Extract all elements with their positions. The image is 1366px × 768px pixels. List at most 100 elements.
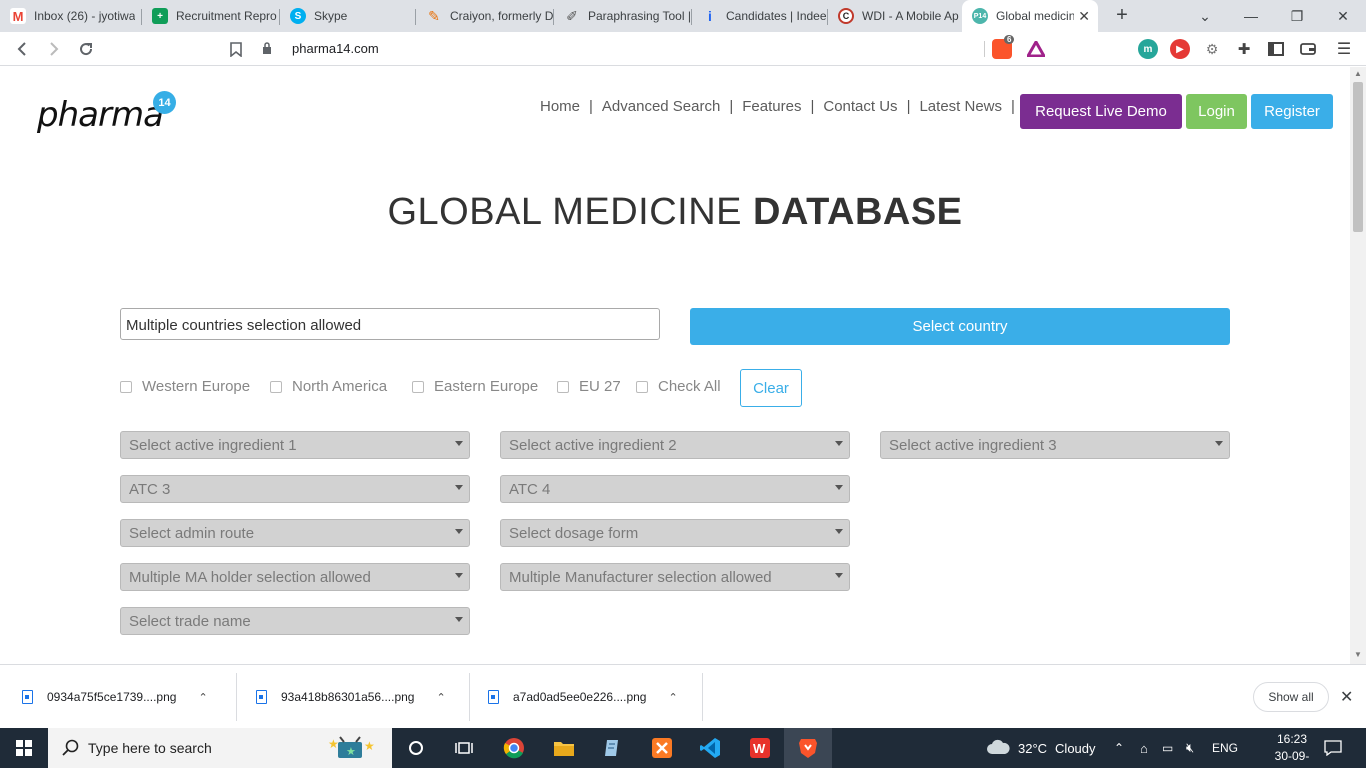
- task-view-icon[interactable]: [450, 734, 478, 762]
- nav-advanced-search[interactable]: Advanced Search: [602, 98, 720, 115]
- checkbox-western-europe[interactable]: Western Europe: [120, 378, 250, 395]
- ingredient-2-select[interactable]: Select active ingredient 2: [500, 431, 850, 459]
- network-icon[interactable]: ⌂: [1140, 728, 1148, 768]
- tab-gmail[interactable]: M Inbox (26) - jyotiwa: [0, 2, 142, 30]
- clear-button[interactable]: Clear: [740, 369, 802, 407]
- xampp-icon[interactable]: [648, 734, 676, 762]
- play-extension-icon[interactable]: ▶: [1170, 39, 1190, 59]
- checkbox-eastern-europe[interactable]: Eastern Europe: [412, 378, 538, 395]
- checkbox-label: Eastern Europe: [434, 378, 539, 395]
- ingredient-3-select[interactable]: Select active ingredient 3: [880, 431, 1230, 459]
- close-icon[interactable]: ✕: [1078, 8, 1090, 25]
- tab-global-medicine[interactable]: P14 Global medicin ✕: [962, 0, 1098, 32]
- tab-search-chevron-icon[interactable]: ⌄: [1182, 0, 1228, 32]
- address-bar[interactable]: pharma14.com: [258, 36, 1054, 62]
- nav-features[interactable]: Features: [742, 98, 801, 115]
- taskbar-search[interactable]: Type here to search ★ ★ ★: [48, 728, 392, 768]
- menu-icon[interactable]: ☰: [1334, 39, 1354, 59]
- manufacturer-select[interactable]: Multiple Manufacturer selection allowed: [500, 563, 850, 591]
- select-placeholder: Select trade name: [129, 613, 251, 630]
- download-item[interactable]: 93a418b86301a56....png ⌃: [256, 665, 446, 729]
- vscode-icon[interactable]: [696, 734, 724, 762]
- language-indicator[interactable]: ENG: [1212, 728, 1238, 768]
- speaker-muted-icon[interactable]: 🔇︎: [1186, 728, 1194, 768]
- nav-separator: |: [1011, 98, 1015, 115]
- new-tab-button[interactable]: +: [1110, 4, 1134, 28]
- tab-wdi[interactable]: C WDI - A Mobile Ap: [828, 2, 962, 30]
- minimize-icon[interactable]: —: [1228, 0, 1274, 32]
- select-placeholder: Multiple Manufacturer selection allowed: [509, 569, 772, 586]
- nav-contact-us[interactable]: Contact Us: [823, 98, 897, 115]
- extensions-puzzle-icon[interactable]: ✚: [1234, 39, 1254, 59]
- download-item[interactable]: a7ad0ad5ee0e226....png ⌃: [488, 665, 678, 729]
- clock-time: 16:23: [1276, 732, 1308, 746]
- wps-office-icon[interactable]: W: [746, 734, 774, 762]
- chevron-up-icon[interactable]: ⌃: [198, 691, 207, 704]
- checkbox-check-all[interactable]: Check All: [636, 378, 721, 395]
- bookmark-icon[interactable]: [224, 37, 248, 61]
- back-icon[interactable]: [10, 37, 34, 61]
- register-button[interactable]: Register: [1251, 94, 1333, 129]
- checkbox-box[interactable]: [120, 380, 132, 393]
- reload-icon[interactable]: [74, 37, 98, 61]
- scroll-down-icon[interactable]: ▼: [1354, 650, 1362, 659]
- nav-latest-news[interactable]: Latest News: [919, 98, 1002, 115]
- tab-recruitment[interactable]: + Recruitment Repro: [142, 2, 280, 30]
- translate-extension-icon[interactable]: ⚙: [1202, 39, 1222, 59]
- tab-craiyon[interactable]: ✎ Craiyon, formerly D: [416, 2, 554, 30]
- weather-widget[interactable]: 32°C Cloudy: [986, 728, 1096, 768]
- checkbox-eu27[interactable]: EU 27: [557, 378, 621, 395]
- caret-down-icon: [835, 441, 843, 446]
- scroll-up-icon[interactable]: ▲: [1354, 69, 1362, 78]
- taskbar-clock[interactable]: 16:23 30-09-2022: [1262, 731, 1322, 768]
- download-item[interactable]: 0934a75f5ce1739....png ⌃: [22, 665, 208, 729]
- atc3-select[interactable]: ATC 3: [120, 475, 470, 503]
- request-demo-button[interactable]: Request Live Demo: [1020, 94, 1182, 129]
- notification-icon[interactable]: [1324, 728, 1342, 768]
- scroll-thumb[interactable]: [1353, 82, 1363, 232]
- ma-holder-select[interactable]: Multiple MA holder selection allowed: [120, 563, 470, 591]
- title-bold: DATABASE: [753, 191, 963, 233]
- country-input[interactable]: Multiple countries selection allowed: [120, 308, 660, 340]
- checkbox-north-america[interactable]: North America: [270, 378, 387, 395]
- ingredient-1-select[interactable]: Select active ingredient 1: [120, 431, 470, 459]
- checkbox-box[interactable]: [636, 380, 648, 393]
- chrome-icon[interactable]: [500, 734, 528, 762]
- file-icon: [22, 690, 33, 704]
- file-explorer-icon[interactable]: [550, 734, 578, 762]
- tab-skype[interactable]: S Skype: [280, 2, 416, 30]
- dosage-form-select[interactable]: Select dosage form: [500, 519, 850, 547]
- svg-text:★: ★: [328, 737, 339, 751]
- chevron-up-icon[interactable]: ⌃: [436, 691, 445, 704]
- battery-icon[interactable]: ▭: [1162, 728, 1173, 768]
- trade-name-select[interactable]: Select trade name: [120, 607, 470, 635]
- pharma14-logo[interactable]: pharma: [37, 95, 164, 135]
- tab-paraphrasing[interactable]: ✐ Paraphrasing Tool |: [554, 2, 692, 30]
- show-all-button[interactable]: Show all: [1253, 682, 1329, 712]
- forward-icon[interactable]: [42, 37, 66, 61]
- checkbox-box[interactable]: [557, 380, 569, 393]
- brave-rewards-icon[interactable]: [1026, 39, 1046, 59]
- nav-home[interactable]: Home: [540, 98, 580, 115]
- wallet-icon[interactable]: [1298, 39, 1318, 59]
- tab-indeed[interactable]: i Candidates | Indeed: [692, 2, 828, 30]
- select-country-button[interactable]: Select country: [690, 308, 1230, 345]
- login-button[interactable]: Login: [1186, 94, 1247, 129]
- sidebar-icon[interactable]: [1266, 39, 1286, 59]
- profile-extension-icon[interactable]: m: [1138, 39, 1158, 59]
- checkbox-box[interactable]: [412, 380, 424, 393]
- close-icon[interactable]: ✕: [1340, 687, 1353, 707]
- checkbox-box[interactable]: [270, 380, 282, 393]
- page-scrollbar[interactable]: ▲ ▼: [1350, 67, 1366, 664]
- cortana-icon[interactable]: [402, 734, 430, 762]
- maximize-icon[interactable]: ❐: [1274, 0, 1320, 32]
- chevron-up-icon[interactable]: ⌃: [668, 691, 677, 704]
- brave-browser-icon[interactable]: [794, 734, 822, 762]
- tray-chevron-up-icon[interactable]: ⌃: [1114, 728, 1124, 768]
- atc4-select[interactable]: ATC 4: [500, 475, 850, 503]
- admin-route-select[interactable]: Select admin route: [120, 519, 470, 547]
- brave-shield-icon[interactable]: 6: [992, 35, 1015, 59]
- notes-app-icon[interactable]: [598, 734, 626, 762]
- close-window-icon[interactable]: ✕: [1320, 0, 1366, 32]
- windows-start-icon[interactable]: [0, 728, 48, 768]
